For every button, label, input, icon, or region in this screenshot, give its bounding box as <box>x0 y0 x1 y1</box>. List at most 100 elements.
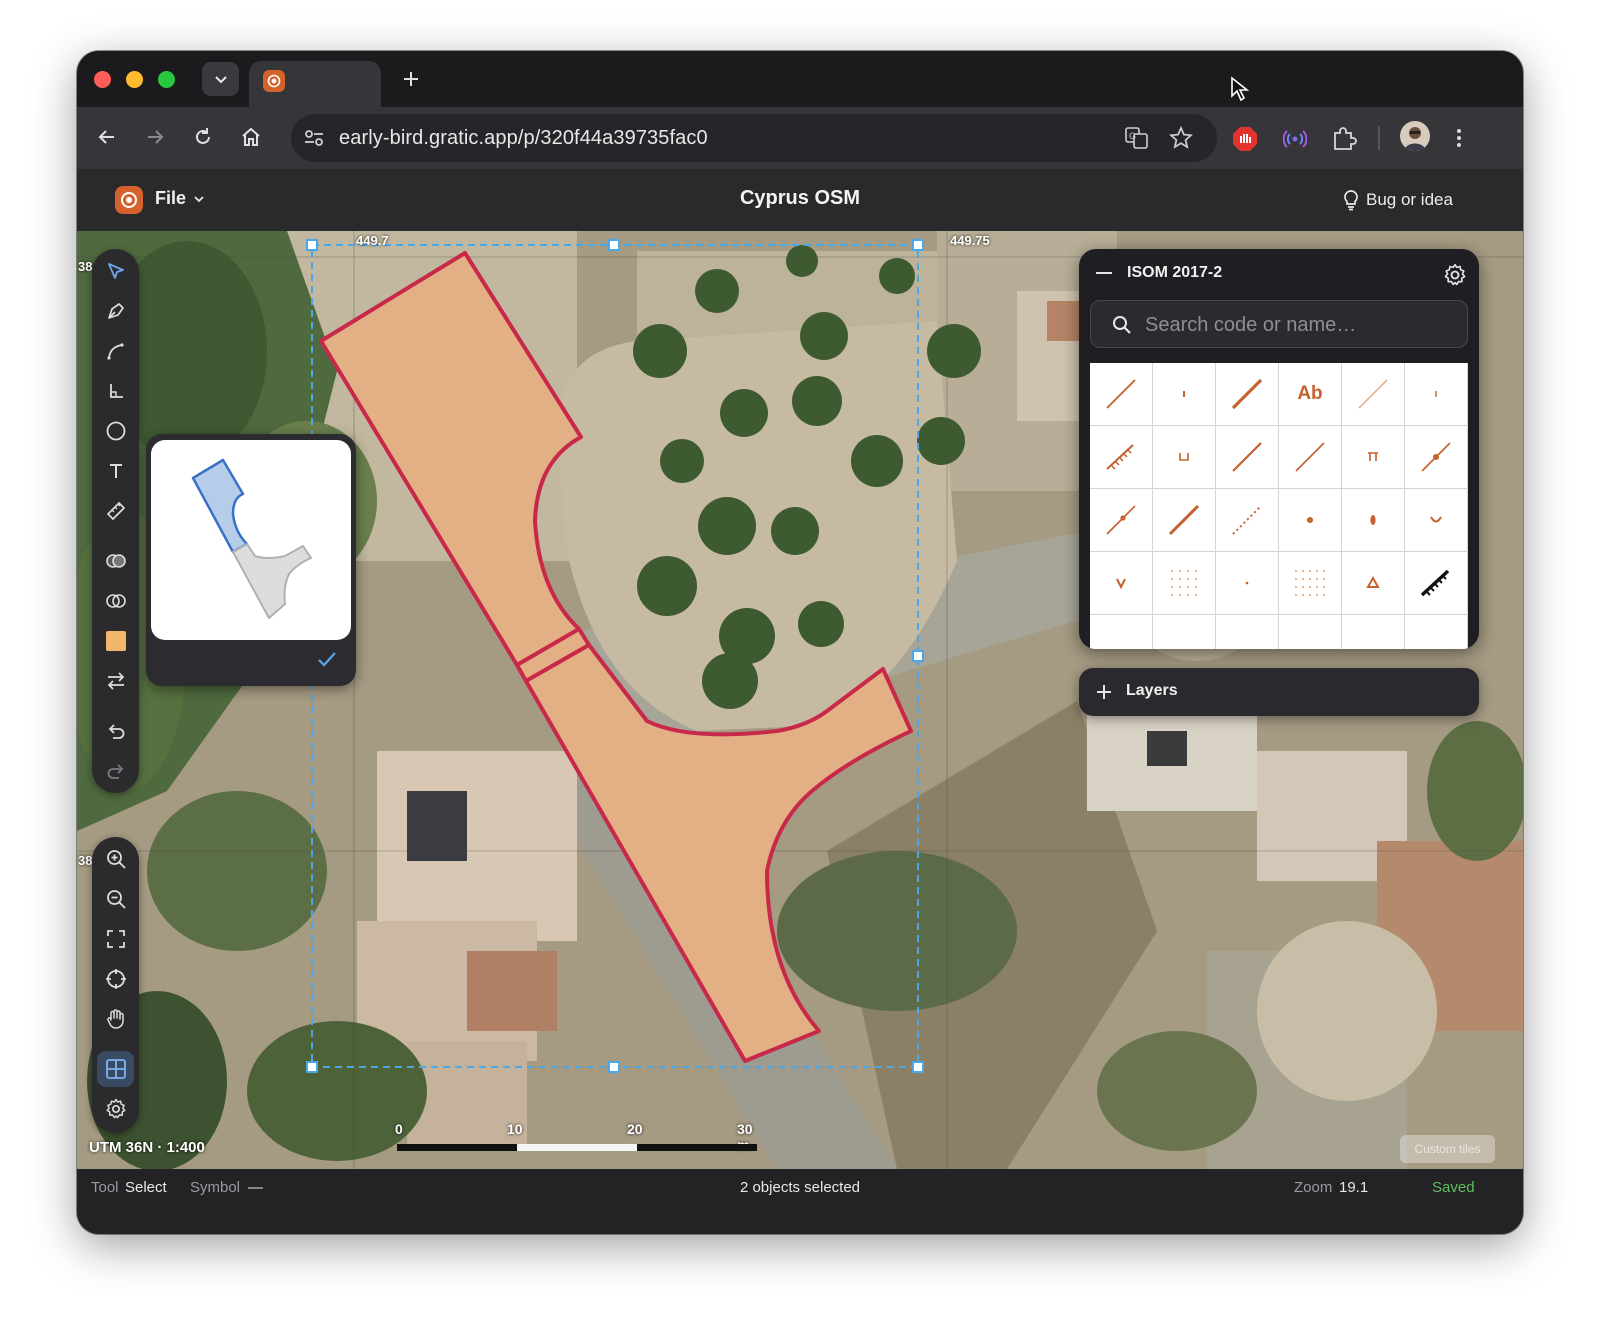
tool-circle[interactable] <box>97 413 134 449</box>
symbol-cell[interactable] <box>1342 426 1404 488</box>
address-bar[interactable]: early-bird.gratic.app/p/320f44a39735fac0… <box>291 114 1217 162</box>
symbol-cell[interactable] <box>1279 426 1341 488</box>
symbol-panel: ISOM 2017-2 Ab <box>1079 249 1479 649</box>
minus-icon[interactable] <box>1095 271 1113 275</box>
symbol-cell-text[interactable]: Ab <box>1279 363 1341 425</box>
gear-icon[interactable] <box>1443 263 1467 287</box>
symbol-cell[interactable] <box>1216 426 1278 488</box>
symbol-preview-popup <box>146 434 356 686</box>
pen-nib-icon <box>107 303 124 319</box>
ruler-icon <box>106 501 125 521</box>
bug-or-idea-button[interactable]: Bug or idea <box>1342 189 1453 211</box>
url-text: early-bird.gratic.app/p/320f44a39735fac0 <box>339 127 708 149</box>
star-icon[interactable] <box>1169 126 1193 150</box>
symbol-cell[interactable] <box>1342 363 1404 425</box>
tool-swap-direction[interactable] <box>97 663 134 699</box>
redo-icon <box>107 764 123 779</box>
circle-icon <box>106 421 125 441</box>
reload-button[interactable] <box>185 119 221 155</box>
adblock-extension-icon[interactable] <box>1232 126 1258 152</box>
symbol-cell[interactable] <box>1405 615 1467 649</box>
curve-icon <box>106 343 124 360</box>
window-close-button[interactable] <box>94 71 111 88</box>
radio-waves-extension-icon[interactable] <box>1283 127 1307 151</box>
symbol-cell[interactable] <box>1153 615 1215 649</box>
tool-fill-color[interactable] <box>97 623 134 659</box>
symbol-cell[interactable] <box>1153 552 1215 614</box>
symbol-cell[interactable] <box>1279 615 1341 649</box>
window-minimize-button[interactable] <box>126 71 143 88</box>
tool-intersect[interactable] <box>97 583 134 619</box>
symbol-cell[interactable] <box>1342 615 1404 649</box>
symbol-cell[interactable] <box>1342 552 1404 614</box>
redo-button[interactable] <box>97 753 134 789</box>
symbol-cell[interactable] <box>1405 363 1467 425</box>
tool-text[interactable] <box>97 453 134 489</box>
symbol-cell[interactable] <box>1090 552 1152 614</box>
tool-measure[interactable] <box>97 493 134 529</box>
reload-icon <box>196 128 210 144</box>
symbol-cell[interactable] <box>1090 615 1152 649</box>
forward-button[interactable] <box>137 119 173 155</box>
symbol-cell[interactable] <box>1216 552 1278 614</box>
tool-angle[interactable] <box>97 373 134 409</box>
profile-avatar[interactable] <box>1400 121 1430 151</box>
custom-tiles-badge[interactable]: Custom tiles <box>1400 1135 1495 1163</box>
browser-tab[interactable] <box>249 61 381 107</box>
symbol-cell[interactable] <box>1405 489 1467 551</box>
zoom-in-button[interactable] <box>97 841 134 877</box>
symbol-cell[interactable] <box>1153 489 1215 551</box>
tool-curve[interactable] <box>97 333 134 369</box>
more-vertical-icon[interactable] <box>1455 127 1463 149</box>
arrow-right-icon <box>148 130 164 144</box>
home-button[interactable] <box>233 119 269 155</box>
symbol-cell[interactable] <box>1342 489 1404 551</box>
map-settings-button[interactable] <box>97 1091 134 1127</box>
locate-button[interactable] <box>97 961 134 997</box>
tab-search-button[interactable] <box>202 62 239 96</box>
symbol-cell[interactable] <box>1216 615 1278 649</box>
undo-button[interactable] <box>97 713 134 749</box>
symbol-cell[interactable] <box>1405 426 1467 488</box>
map-canvas[interactable]: 449.7 449.75 38 38 ISOM 2017-2 Search co… <box>77 231 1523 1169</box>
extensions-puzzle-icon[interactable] <box>1331 125 1357 151</box>
zoom-out-button[interactable] <box>97 881 134 917</box>
projection-scale-label: UTM 36N · 1:400 <box>89 1139 205 1156</box>
status-bar: Tool Select Symbol — 2 objects selected … <box>77 1169 1523 1234</box>
symbol-cell[interactable] <box>1405 552 1467 614</box>
symbol-cell[interactable] <box>1090 426 1152 488</box>
status-zoom-label: Zoom <box>1294 1179 1333 1196</box>
symbol-cell[interactable] <box>1279 552 1341 614</box>
pointer-arrow-icon <box>107 263 124 279</box>
grid-icon <box>105 1059 126 1079</box>
svg-text:G: G <box>1129 131 1136 141</box>
back-button[interactable] <box>89 119 125 155</box>
undo-icon <box>108 724 124 739</box>
fit-to-screen-button[interactable] <box>97 921 134 957</box>
app-favicon-icon <box>263 70 285 92</box>
layers-label: Layers <box>1126 682 1178 699</box>
checkmark-icon[interactable] <box>316 650 338 668</box>
layers-panel-toggle[interactable]: Layers <box>1079 668 1479 716</box>
tool-union[interactable] <box>97 543 134 579</box>
symbol-cell[interactable] <box>1279 489 1341 551</box>
new-tab-button[interactable] <box>395 63 427 95</box>
gear-icon <box>105 1098 126 1119</box>
symbol-cell[interactable] <box>1090 363 1152 425</box>
translate-icon[interactable]: G <box>1125 127 1149 149</box>
symbol-cell[interactable] <box>1216 489 1278 551</box>
symbol-cell[interactable] <box>1090 489 1152 551</box>
toolbar-separator <box>1378 126 1380 150</box>
tool-pen[interactable] <box>97 293 134 329</box>
tool-select[interactable] <box>97 253 134 289</box>
symbol-search-box[interactable] <box>1090 300 1468 348</box>
symbol-cell[interactable] <box>1153 363 1215 425</box>
symbol-cell[interactable] <box>1153 426 1215 488</box>
symbol-cell[interactable] <box>1216 363 1278 425</box>
symbol-search-input[interactable] <box>1143 311 1457 339</box>
grid-toggle-button[interactable] <box>97 1051 134 1087</box>
pan-button[interactable] <box>97 1001 134 1037</box>
site-settings-icon <box>305 130 323 146</box>
text-icon <box>109 464 122 478</box>
window-maximize-button[interactable] <box>158 71 175 88</box>
